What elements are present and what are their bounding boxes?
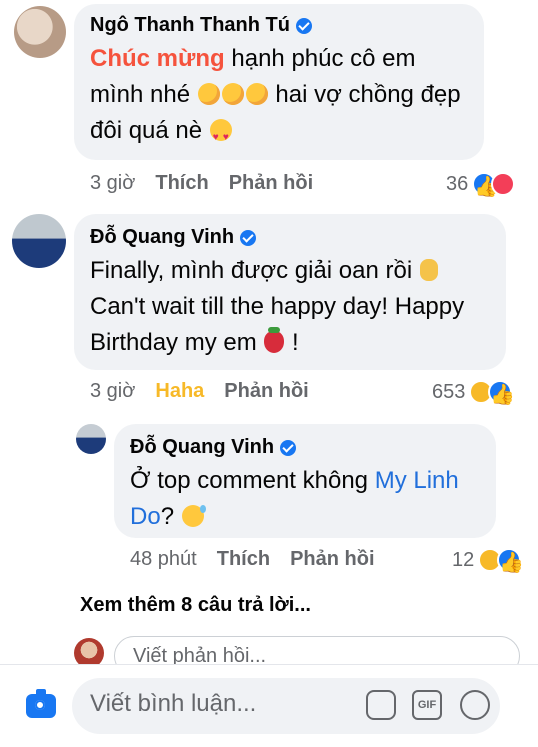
comment-text-part: mình nhé xyxy=(90,81,197,108)
reaction-count[interactable]: 36 xyxy=(446,172,516,196)
author-name[interactable]: Đỗ Quang Vinh xyxy=(130,436,490,459)
reaction-count-text: 12 xyxy=(452,548,475,571)
mention-link[interactable]: My Linh xyxy=(375,467,459,494)
comment-text-part: Finally, mình được giải oan rồi xyxy=(90,257,419,284)
emoji-icon[interactable] xyxy=(460,690,490,720)
comment-text-part: đôi quá nè xyxy=(90,117,209,144)
like-button[interactable]: Thích xyxy=(217,548,270,571)
comment-text-part: hạnh phúc cô em xyxy=(224,45,416,72)
comment-text-part: Birthday my em xyxy=(90,329,264,356)
timestamp[interactable]: 48 phút xyxy=(130,548,197,571)
author-name[interactable]: Đỗ Quang Vinh xyxy=(90,226,500,249)
comment-body: Ngô Thanh Thanh Tú Chúc mừng hạnh phúc c… xyxy=(90,14,478,156)
smiling-hearts-emoji-icon xyxy=(245,83,268,105)
reaction-count[interactable]: 12 xyxy=(452,548,522,572)
reply-text-part: Ở top comment không xyxy=(130,467,375,494)
haha-button[interactable]: Haha xyxy=(155,380,204,403)
verified-icon xyxy=(280,439,297,456)
camera-icon[interactable] xyxy=(26,689,56,718)
comment-body: Đỗ Quang Vinh Finally, mình được giải oa… xyxy=(90,226,500,361)
avatar[interactable] xyxy=(14,6,66,58)
reply-button[interactable]: Phản hồi xyxy=(224,380,308,403)
like-reaction-icon xyxy=(488,380,513,404)
avatar[interactable] xyxy=(12,214,66,268)
like-button[interactable]: Thích xyxy=(155,172,208,195)
gif-icon[interactable]: GIF xyxy=(412,690,442,720)
reply-text: Ở top comment không My Linh Do? xyxy=(130,463,490,535)
avatar[interactable] xyxy=(76,424,106,454)
comment-text-part: ! xyxy=(285,329,299,356)
grinning-sweat-emoji-icon xyxy=(181,505,206,527)
verified-icon xyxy=(240,229,257,246)
strawberry-emoji-icon xyxy=(264,327,285,353)
reply-text-part: ? xyxy=(160,503,181,530)
author-name[interactable]: Ngô Thanh Thanh Tú xyxy=(90,14,478,37)
author-name-text[interactable]: Đỗ Quang Vinh xyxy=(90,226,234,249)
timestamp[interactable]: 3 giờ xyxy=(90,172,135,195)
heart-eyes-emoji-icon xyxy=(209,119,232,156)
heart-reaction-icon xyxy=(491,172,516,196)
comment-text: Finally, mình được giải oan rồi Can't wa… xyxy=(90,253,500,361)
author-name-text[interactable]: Đỗ Quang Vinh xyxy=(130,436,274,459)
victory-hand-emoji-icon xyxy=(419,259,438,281)
author-name-text[interactable]: Ngô Thanh Thanh Tú xyxy=(90,14,290,37)
reply-actions: 48 phút Thích Phản hồi xyxy=(130,548,395,571)
comment-text: Chúc mừng hạnh phúc cô em mình nhé hai v… xyxy=(90,41,478,156)
view-more-replies-link[interactable]: Xem thêm 8 câu trả lời... xyxy=(80,594,311,617)
verified-icon xyxy=(295,17,312,34)
smiling-hearts-emoji-icon xyxy=(221,83,244,105)
timestamp[interactable]: 3 giờ xyxy=(90,380,135,403)
reply-button[interactable]: Phản hồi xyxy=(290,548,374,571)
like-reaction-icon xyxy=(497,548,522,572)
comment-text-part: hai vợ chồng đẹp xyxy=(268,81,461,108)
reaction-count[interactable]: 653 xyxy=(432,380,513,404)
mention-link[interactable]: Do xyxy=(130,503,161,530)
sticker-icon[interactable] xyxy=(366,690,396,720)
reaction-count-text: 653 xyxy=(432,380,466,403)
reaction-count-text: 36 xyxy=(446,172,469,195)
comment-actions: 3 giờ Haha Phản hồi xyxy=(90,380,329,403)
comment-placeholder: Viết bình luận... xyxy=(90,690,257,717)
smiling-hearts-emoji-icon xyxy=(197,83,220,105)
highlight-text: Chúc mừng xyxy=(90,45,225,72)
comment-actions: 3 giờ Thích Phản hồi xyxy=(90,172,333,195)
reply-body: Đỗ Quang Vinh Ở top comment không My Lin… xyxy=(130,436,490,535)
reply-button[interactable]: Phản hồi xyxy=(229,172,313,195)
comment-text-part: Can't wait till the happy day! Happy xyxy=(90,293,465,320)
